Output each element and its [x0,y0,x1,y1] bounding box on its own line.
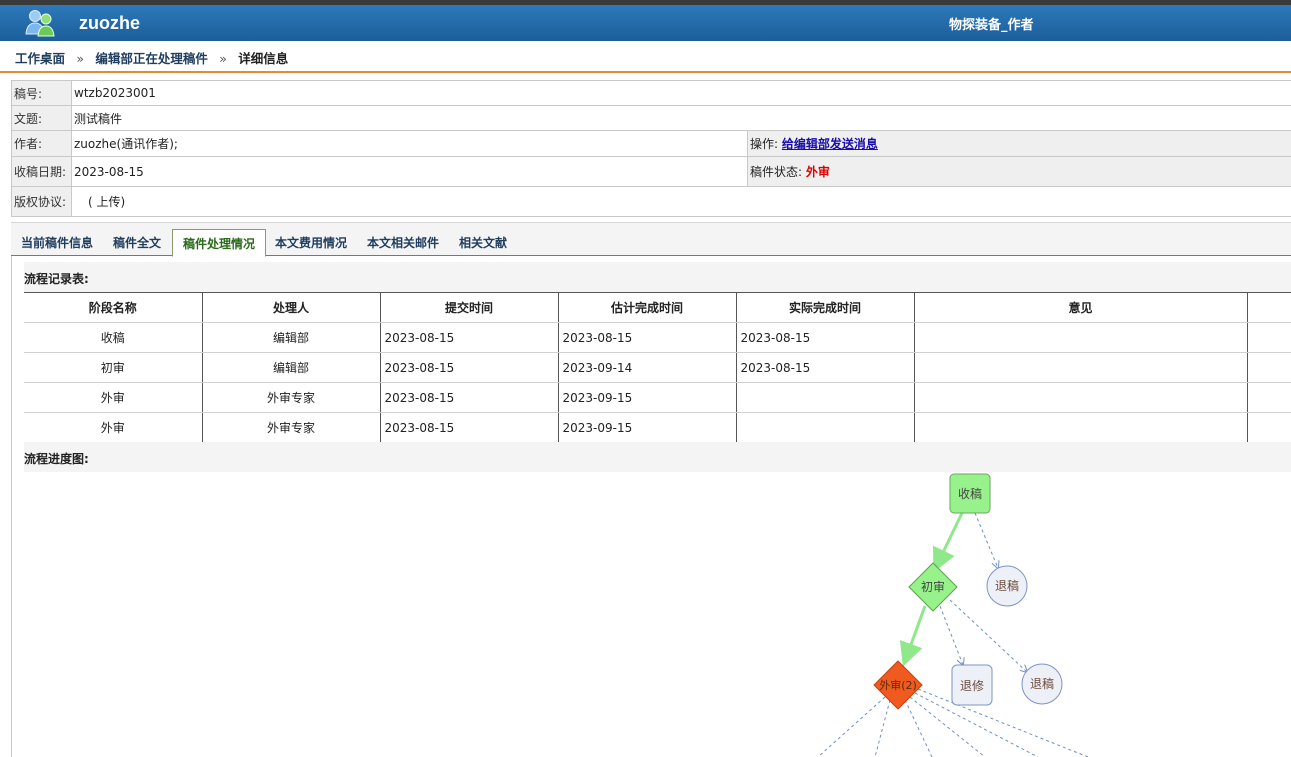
col-header: 意见 [913,292,1247,323]
breadcrumb-workspace[interactable]: 工作桌面 [15,51,65,66]
node-revise[interactable]: 退修 [951,664,993,706]
cell-handler: 外审专家 [201,382,380,413]
tab-bar: 当前稿件信息 稿件全文 稿件处理情况 本文费用情况 本文相关邮件 相关文献 [11,222,1291,257]
cell-stage: 收稿 [24,322,202,353]
author-label: 作者: [11,130,72,157]
cell-extra [1246,382,1291,413]
title-value: 测试稿件 [71,105,1291,131]
tab-current-info[interactable]: 当前稿件信息 [21,229,93,257]
table-row: 外审 外审专家 2023-08-15 2023-09-15 [24,382,1291,413]
node-reject-2[interactable]: 退稿 [1021,663,1063,705]
flow-records-title: 流程记录表: [24,262,1291,292]
col-header: 实际完成时间 [735,292,914,323]
table-row: 初审 编辑部 2023-08-15 2023-09-14 2023-08-15 [24,352,1291,383]
tab-emails[interactable]: 本文相关邮件 [367,229,439,257]
status-label: 稿件状态: [750,165,803,179]
cell-estimated-time: 2023-08-15 [557,322,736,353]
cell-extra [1246,322,1291,353]
journal-role: 物探装备_作者 [949,18,1034,33]
node-reject-1[interactable]: 退稿 [986,565,1028,607]
send-message-link[interactable]: 给编辑部发送消息 [782,137,878,151]
title-label: 文题: [11,105,72,131]
node-external-review-label: 外审(2) [879,678,917,692]
operation-label: 操作: [750,137,779,151]
cell-estimated-time: 2023-09-15 [557,412,736,443]
breadcrumb-current: 详细信息 [238,51,289,66]
node-initial-review[interactable]: 初审 [908,562,958,612]
cell-stage: 外审 [24,412,202,443]
col-header: 阶段名称 [24,292,202,323]
cell-extra [1246,352,1291,383]
cell-estimated-time: 2023-09-14 [557,352,736,383]
breadcrumb-processing[interactable]: 编辑部正在处理稿件 [95,51,208,66]
cell-extra [1246,412,1291,443]
cell-stage: 外审 [24,382,202,413]
table-header-row: 阶段名称 处理人 提交时间 估计完成时间 实际完成时间 意见 [24,292,1291,323]
tab-fulltext[interactable]: 稿件全文 [113,229,161,257]
id-value: wtzb2023001 [71,80,1291,106]
cell-actual-time [735,382,914,413]
node-external-review[interactable]: 外审(2) [873,660,923,710]
breadcrumb-separator: » [76,51,85,66]
cell-stage: 初审 [24,352,202,383]
manuscript-info-table: 稿号: wtzb2023001 文题: 测试稿件 作者: zuozhe(通讯作者… [11,80,1291,217]
cell-opinion [913,352,1247,383]
diagram-edges [817,512,1089,757]
copyright-value[interactable]: ( 上传) [71,186,1291,217]
col-header: 估计完成时间 [557,292,736,323]
cell-submit-time: 2023-08-15 [379,352,558,383]
cell-submit-time: 2023-08-15 [379,322,558,353]
flow-diagram-title: 流程进度图: [24,442,1291,472]
cell-handler: 编辑部 [201,352,380,383]
operation-cell: 操作: 给编辑部发送消息 [747,130,1291,157]
received-label: 收稿日期: [11,156,72,187]
table-row: 收稿 编辑部 2023-08-15 2023-08-15 2023-08-15 [24,322,1291,353]
received-value: 2023-08-15 [71,156,748,187]
username: zuozhe [79,13,140,33]
node-revise-label: 退修 [960,678,984,693]
col-header-extra [1246,292,1291,323]
cell-actual-time: 2023-08-15 [735,322,914,353]
author-value: zuozhe(通讯作者); [71,130,748,157]
node-reject-2-label: 退稿 [1030,676,1054,691]
cell-estimated-time: 2023-09-15 [557,382,736,413]
col-header: 处理人 [201,292,380,323]
cell-submit-time: 2023-08-15 [379,412,558,443]
node-reject-1-label: 退稿 [995,578,1019,593]
cell-opinion [913,322,1247,353]
users-icon [25,10,55,37]
cell-opinion [913,382,1247,413]
top-bar: zuozhe 物探装备_作者 [0,5,1291,41]
tab-processing[interactable]: 稿件处理情况 [172,229,267,257]
tab-fees[interactable]: 本文费用情况 [275,229,347,257]
node-initial-review-label: 初审 [921,579,945,594]
flow-records-table: 阶段名称 处理人 提交时间 估计完成时间 实际完成时间 意见 收稿 编辑部 20… [24,292,1291,443]
tab-references[interactable]: 相关文献 [459,229,507,257]
node-received[interactable]: 收稿 [949,473,991,514]
cell-handler: 外审专家 [201,412,380,443]
breadcrumb: 工作桌面 » 编辑部正在处理稿件 » 详细信息 [0,41,1291,73]
cell-actual-time: 2023-08-15 [735,352,914,383]
status-cell: 稿件状态: 外审 [747,156,1291,187]
node-received-label: 收稿 [958,486,982,501]
cell-actual-time [735,412,914,443]
cell-opinion [913,412,1247,443]
copyright-label: 版权协议: [11,186,72,217]
breadcrumb-separator: » [219,51,227,66]
id-label: 稿号: [11,80,72,106]
status-value: 外审 [805,165,830,179]
cell-submit-time: 2023-08-15 [379,382,558,413]
cell-handler: 编辑部 [201,322,380,353]
flow-diagram: 收稿 退稿 初审 退修 退稿 外审(2) [817,473,1089,757]
col-header: 提交时间 [379,292,558,323]
table-row: 外审 外审专家 2023-08-15 2023-09-15 [24,412,1291,443]
